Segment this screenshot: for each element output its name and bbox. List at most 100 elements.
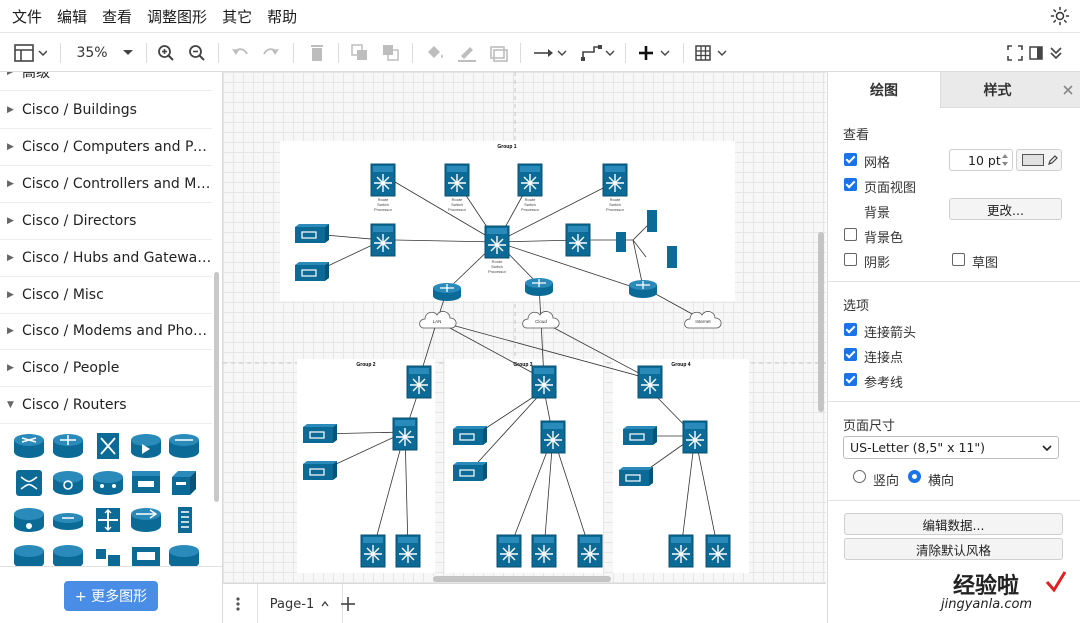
- line-color-icon[interactable]: [456, 42, 478, 64]
- portrait-radio[interactable]: [853, 470, 866, 483]
- background-color-checkbox[interactable]: [844, 228, 857, 241]
- router-shape[interactable]: [13, 469, 45, 497]
- close-panel-icon[interactable]: [1054, 72, 1080, 108]
- drawing-canvas[interactable]: Group 1 Group 2 Group 3 Group 4 Route Sw…: [223, 72, 826, 583]
- format-panel-toggle-icon[interactable]: [12, 42, 48, 64]
- guides-checkbox[interactable]: [844, 373, 857, 386]
- sidebar-scrollbar[interactable]: [214, 272, 219, 502]
- menu-help[interactable]: 帮助: [267, 6, 297, 27]
- shadow-icon[interactable]: [488, 42, 510, 64]
- page-bar: Page-1: [223, 583, 826, 623]
- library-label: Cisco / Misc: [22, 287, 104, 303]
- delete-icon[interactable]: [307, 42, 327, 64]
- waypoints-icon[interactable]: [580, 42, 616, 64]
- library-advanced[interactable]: ▶ 高级: [0, 72, 212, 91]
- more-shapes-button[interactable]: + 更多图形: [64, 581, 158, 611]
- page-menu-icon[interactable]: [233, 596, 243, 612]
- stepper-icon[interactable]: [1001, 153, 1009, 167]
- undo-icon[interactable]: [230, 42, 250, 64]
- grid-size-input[interactable]: 10 pt: [949, 149, 1013, 171]
- switch-caption-line-3: Processor: [374, 207, 393, 212]
- menu-extras[interactable]: 其它: [222, 6, 252, 27]
- grid-checkbox[interactable]: [844, 153, 857, 166]
- expand-arrow-icon: ▶: [7, 326, 14, 336]
- router-shape[interactable]: [13, 506, 45, 534]
- theme-sun-icon[interactable]: [1050, 6, 1070, 26]
- clear-default-style-button[interactable]: 清除默认风格: [844, 538, 1063, 560]
- insert-plus-icon[interactable]: [636, 42, 674, 64]
- edit-data-button[interactable]: 编辑数据...: [844, 513, 1063, 535]
- change-background-button[interactable]: 更改...: [949, 198, 1062, 220]
- router-shape[interactable]: [52, 432, 84, 460]
- to-front-icon[interactable]: [350, 42, 370, 64]
- zoom-out-icon[interactable]: [187, 42, 207, 64]
- tab-diagram[interactable]: 绘图: [828, 72, 940, 108]
- library-cisco-modems[interactable]: ▶ Cisco / Modems and Phones: [0, 313, 212, 350]
- tab-style[interactable]: 样式: [940, 72, 1054, 108]
- fill-color-icon[interactable]: [424, 42, 446, 64]
- connection-arrows-checkbox[interactable]: [844, 323, 857, 336]
- expand-arrow-icon: ▶: [7, 72, 14, 77]
- sketch-checkbox[interactable]: [952, 253, 965, 266]
- page-view-checkbox[interactable]: [844, 178, 857, 191]
- switch-caption-line-3: Processor: [606, 207, 625, 212]
- router-shape[interactable]: [13, 432, 45, 460]
- zoom-dropdown[interactable]: 35%: [74, 42, 138, 64]
- router-shape[interactable]: [92, 469, 124, 497]
- library-cisco-misc[interactable]: ▶ Cisco / Misc: [0, 277, 212, 314]
- menu-file[interactable]: 文件: [12, 6, 42, 27]
- grid-label: 网格: [864, 156, 891, 171]
- cloud-internet-label: Internet: [695, 319, 711, 324]
- shadow-checkbox[interactable]: [844, 253, 857, 266]
- library-cisco-buildings[interactable]: ▶ Cisco / Buildings: [0, 92, 212, 129]
- canvas-vertical-scrollbar[interactable]: [818, 232, 824, 412]
- router-shape[interactable]: [52, 469, 84, 497]
- router-shape[interactable]: [130, 506, 162, 534]
- library-cisco-directors[interactable]: ▶ Cisco / Directors: [0, 203, 212, 240]
- cloud-cloud-label: Cloud: [535, 319, 547, 324]
- menu-edit[interactable]: 编辑: [57, 6, 87, 27]
- menu-view[interactable]: 查看: [102, 6, 132, 27]
- format-panel: 绘图 样式 查看 网格 10 pt 页面视图 背景 更改... 背景色 阴影 草…: [827, 72, 1080, 623]
- menu-arrange[interactable]: 调整图形: [147, 6, 207, 27]
- redo-icon[interactable]: [261, 42, 281, 64]
- collapse-chevrons-icon[interactable]: [1047, 42, 1065, 64]
- landscape-radio[interactable]: [908, 470, 921, 483]
- page-tab[interactable]: Page-1: [257, 584, 343, 623]
- background-color-label: 背景色: [864, 231, 904, 246]
- router-shape[interactable]: [168, 432, 200, 460]
- fullscreen-icon[interactable]: [1006, 42, 1024, 64]
- router-shape[interactable]: [130, 469, 162, 497]
- router-shape[interactable]: [130, 432, 162, 460]
- router-shape[interactable]: [168, 469, 200, 497]
- background-label: 背景: [864, 206, 891, 221]
- watermark-url: jingyanla.com: [941, 597, 1033, 612]
- guides-label: 参考线: [864, 376, 904, 391]
- menu-bar: 文件 编辑 查看 调整图形 其它 帮助: [0, 0, 1080, 32]
- library-cisco-routers[interactable]: ▼ Cisco / Routers: [0, 387, 212, 424]
- collapse-arrow-icon: ▼: [7, 400, 14, 410]
- connection-points-checkbox[interactable]: [844, 348, 857, 361]
- router-shape[interactable]: [168, 506, 200, 534]
- library-cisco-computers[interactable]: ▶ Cisco / Computers and Peripherals: [0, 129, 212, 166]
- zoom-in-icon[interactable]: [156, 42, 176, 64]
- router-shape[interactable]: [92, 506, 124, 534]
- library-label: Cisco / Computers and Peripherals: [22, 139, 212, 155]
- expand-arrow-icon: ▶: [7, 105, 14, 115]
- canvas-horizontal-scrollbar[interactable]: [433, 576, 611, 582]
- library-cisco-controllers[interactable]: ▶ Cisco / Controllers and Modules: [0, 166, 212, 203]
- library-label: Cisco / People: [22, 360, 120, 376]
- router-shape[interactable]: [92, 432, 124, 460]
- page-size-section-title: 页面尺寸: [843, 419, 896, 434]
- library-cisco-people[interactable]: ▶ Cisco / People: [0, 350, 212, 387]
- library-label: Cisco / Directors: [22, 213, 137, 229]
- page-size-select[interactable]: US-Letter (8,5" x 11"): [843, 436, 1059, 459]
- library-cisco-hubs[interactable]: ▶ Cisco / Hubs and Gateways: [0, 240, 212, 277]
- grid-color-button[interactable]: [1016, 149, 1062, 171]
- table-icon[interactable]: [694, 42, 730, 64]
- connection-style-icon[interactable]: [532, 42, 568, 64]
- to-back-icon[interactable]: [381, 42, 401, 64]
- router-shape[interactable]: [52, 506, 84, 534]
- format-panel-icon[interactable]: [1027, 42, 1045, 64]
- add-page-icon[interactable]: [340, 596, 356, 612]
